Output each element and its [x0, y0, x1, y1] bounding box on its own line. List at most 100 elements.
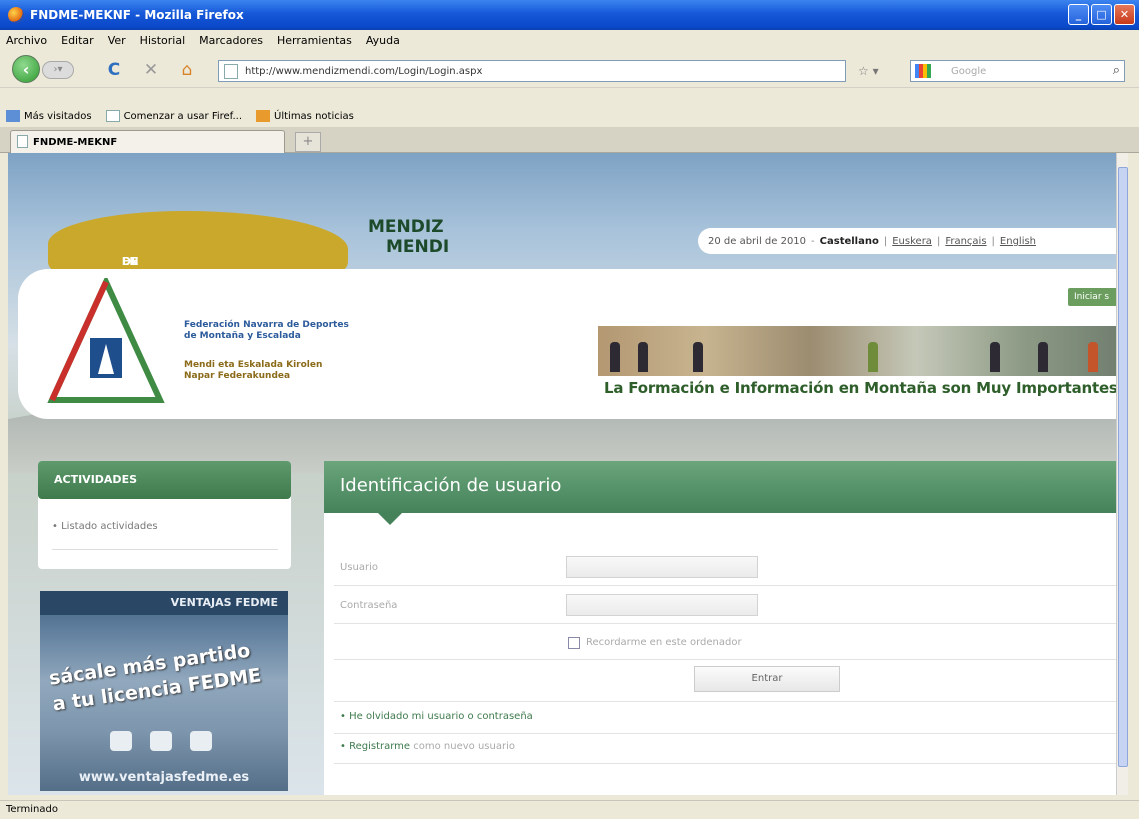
- register-link[interactable]: • Registrarme como nuevo usuario: [340, 741, 515, 752]
- page-icon: [105, 110, 120, 122]
- lang-english[interactable]: English: [1000, 236, 1036, 247]
- tab-title: FNDME-MEKNF: [33, 136, 118, 148]
- menu-archivo[interactable]: Archivo: [6, 34, 47, 47]
- search-placeholder: Google: [951, 65, 987, 77]
- new-tab-button[interactable]: +: [295, 132, 321, 152]
- minimize-button[interactable]: _: [1068, 4, 1089, 25]
- ventajas-fedme-banner[interactable]: VENTAJAS FEDME sácale más partido a tu l…: [40, 591, 288, 791]
- bookmark-mas-visitados[interactable]: Más visitados: [6, 110, 92, 122]
- lang-euskera[interactable]: Euskera: [892, 236, 932, 247]
- bullet-icon: •: [52, 521, 58, 532]
- bookmark-label: Últimas noticias: [274, 110, 354, 122]
- federation-name-es: Federación Navarra de Deportes de Montañ…: [184, 320, 349, 342]
- promo-icon: [110, 731, 132, 751]
- scrollbar-thumb[interactable]: [1118, 167, 1128, 767]
- federation-line: Napar Federakundea: [184, 371, 291, 381]
- bookmarks-toolbar: Más visitados Comenzar a usar Firef... Ú…: [0, 105, 1139, 127]
- forward-button[interactable]: ›▾: [42, 61, 74, 79]
- tab-fndme[interactable]: FNDME-MEKNF: [10, 130, 285, 153]
- reload-icon[interactable]: C: [103, 59, 125, 81]
- register-suffix: como nuevo usuario: [413, 741, 515, 752]
- url-bar[interactable]: http://www.mendizmendi.com/Login/Login.a…: [218, 60, 846, 82]
- contrasena-input[interactable]: [566, 594, 758, 616]
- menu-ver[interactable]: Ver: [108, 34, 126, 47]
- mendiz-line: MENDIZ: [368, 217, 444, 237]
- firefox-icon: [8, 7, 24, 23]
- recordarme-label: Recordarme en este ordenador: [586, 637, 742, 648]
- url-text: http://www.mendizmendi.com/Login/Login.a…: [245, 65, 483, 77]
- stop-icon[interactable]: ✕: [140, 59, 162, 81]
- mendi-line: MENDI: [386, 237, 450, 257]
- hiker-figure: [868, 342, 878, 372]
- page-viewport: DE MONTEEN MONTE MENDIZ MENDI 20 de abri…: [8, 153, 1128, 795]
- forgot-link[interactable]: • He olvidado mi usuario o contraseña: [340, 711, 533, 722]
- promo-slogan: sácale más partido a tu licencia FEDME: [47, 637, 263, 718]
- federation-line: Federación Navarra de Deportes: [184, 320, 349, 330]
- recordarme-checkbox[interactable]: [568, 637, 580, 649]
- window-titlebar: FNDME-MEKNF - Mozilla Firefox _ □ ✕: [0, 0, 1139, 30]
- usuario-label: Usuario: [340, 562, 379, 573]
- forgot-link-label: He olvidado mi usuario o contraseña: [349, 711, 533, 722]
- hiker-figure: [1088, 342, 1098, 372]
- hiker-figure: [1038, 342, 1048, 372]
- divider: [334, 733, 1128, 734]
- contrasena-label: Contraseña: [340, 600, 398, 611]
- hiker-figure: [610, 342, 620, 372]
- vertical-scrollbar[interactable]: [1116, 153, 1128, 795]
- hiker-figure: [638, 342, 648, 372]
- menu-historial[interactable]: Historial: [140, 34, 185, 47]
- bookmark-label: Más visitados: [24, 110, 92, 122]
- menu-herramientas[interactable]: Herramientas: [277, 34, 352, 47]
- federation-line: de Montaña y Escalada: [184, 331, 301, 341]
- bookmark-ultimas-noticias[interactable]: Últimas noticias: [256, 110, 354, 122]
- listado-actividades-link[interactable]: • Listado actividades: [52, 521, 158, 532]
- back-button[interactable]: ‹: [12, 55, 40, 83]
- rss-icon: [256, 110, 271, 122]
- usuario-input[interactable]: [566, 556, 758, 578]
- home-icon[interactable]: ⌂: [176, 59, 198, 81]
- divider: [52, 549, 278, 550]
- promo-header: VENTAJAS FEDME: [40, 591, 288, 615]
- close-button[interactable]: ✕: [1114, 4, 1135, 25]
- promo-url: www.ventajasfedme.es: [78, 770, 250, 785]
- mendiz-mendi-logo[interactable]: MENDIZ MENDI: [368, 217, 449, 257]
- status-bar: Terminado: [0, 800, 1139, 819]
- hiker-figure: [990, 342, 1000, 372]
- lang-francais[interactable]: Français: [945, 236, 986, 247]
- federation-name-eu: Mendi eta Eskalada Kirolen Napar Federak…: [184, 360, 322, 382]
- menu-bar: Archivo Editar Ver Historial Marcadores …: [0, 30, 1139, 50]
- menu-editar[interactable]: Editar: [61, 34, 94, 47]
- search-input[interactable]: Google ⌕: [910, 60, 1125, 82]
- lang-castellano[interactable]: Castellano: [820, 236, 879, 247]
- bookmark-star-icon[interactable]: ☆ ▾: [858, 64, 879, 78]
- search-icon[interactable]: ⌕: [1113, 63, 1120, 78]
- google-icon: [915, 64, 931, 78]
- menu-ayuda[interactable]: Ayuda: [366, 34, 400, 47]
- window-title: FNDME-MEKNF - Mozilla Firefox: [30, 8, 244, 22]
- login-title: Identificación de usuario: [324, 461, 1128, 513]
- hikers-photo: [598, 326, 1128, 376]
- divider: [334, 623, 1128, 624]
- promo-icon: [150, 731, 172, 751]
- federation-logo: [47, 278, 165, 403]
- actividades-title: ACTIVIDADES: [38, 461, 291, 499]
- listado-actividades-label: Listado actividades: [61, 521, 158, 532]
- divider: [334, 701, 1128, 702]
- menu-marcadores[interactable]: Marcadores: [199, 34, 263, 47]
- promo-icon: [190, 731, 212, 751]
- page-icon: [17, 135, 28, 148]
- bullet-icon: •: [340, 741, 346, 752]
- navigation-toolbar: ‹ ›▾ C ✕ ⌂ http://www.mendizmendi.com/Lo…: [0, 50, 1139, 88]
- entrar-button[interactable]: Entrar: [694, 666, 840, 692]
- tab-strip: FNDME-MEKNF +: [0, 127, 1139, 153]
- bullet-icon: •: [340, 711, 346, 722]
- federation-line: Mendi eta Eskalada Kirolen: [184, 360, 323, 370]
- register-link-label: Registrarme: [349, 741, 411, 752]
- maximize-button[interactable]: □: [1091, 4, 1112, 25]
- hiker-figure: [693, 342, 703, 372]
- bookmark-label: Comenzar a usar Firef...: [123, 110, 243, 122]
- header-notch: [378, 513, 402, 525]
- divider: [334, 585, 1128, 586]
- de-monte-logo: DE MONTEEN MONTE: [48, 211, 348, 281]
- bookmark-comenzar[interactable]: Comenzar a usar Firef...: [105, 110, 243, 122]
